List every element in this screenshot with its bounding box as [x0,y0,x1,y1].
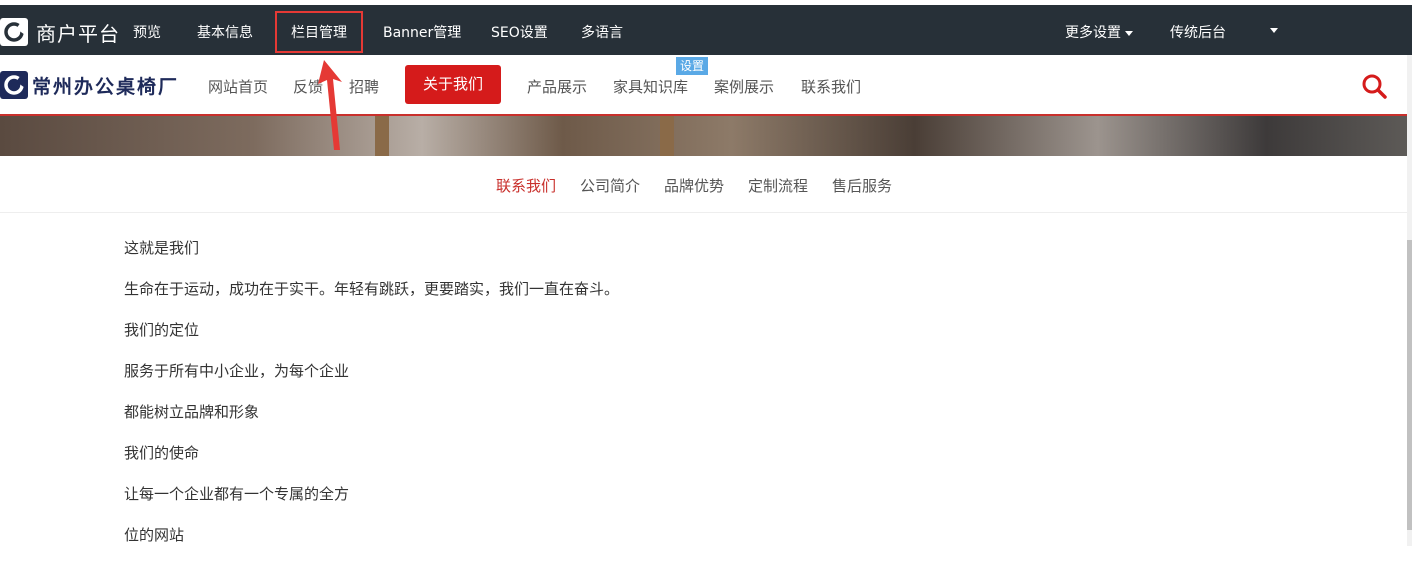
site-header: 常州办公桌椅厂 网站首页 反馈 招聘 关于我们 产品展示 家具知识库 案例展示 … [0,55,1407,116]
search-icon[interactable] [1361,73,1387,99]
site-nav-cases[interactable]: 案例展示 [714,76,774,97]
content-paragraph: 这就是我们 [124,239,200,257]
site-logo-icon [0,71,28,99]
banner-chair-leg [660,116,674,156]
nav-basic-info[interactable]: 基本信息 [197,22,253,42]
annotation-arrow-icon [318,60,342,150]
chevron-down-icon [1270,27,1278,33]
site-nav-contact[interactable]: 联系我们 [801,76,861,97]
more-settings-dropdown[interactable]: 更多设置 [1065,22,1133,42]
banner-chair-leg [375,116,389,156]
chevron-down-icon [1125,30,1133,36]
content-paragraph: 我们的定位 [124,321,200,339]
about-subnav: 联系我们 公司简介 品牌优势 定制流程 售后服务 [0,156,1407,213]
subnav-after-sales[interactable]: 售后服务 [832,175,892,196]
subnav-contact[interactable]: 联系我们 [496,175,556,196]
nav-multilingual[interactable]: 多语言 [581,22,623,42]
site-logo-text: 常州办公桌椅厂 [32,76,180,98]
admin-toolbar: 商户平台 预览 基本信息 栏目管理 Banner管理 SEO设置 多语言 更多设… [0,5,1412,55]
banner-image [0,116,1407,156]
content-paragraph: 我们的使命 [124,444,200,462]
nav-classic-backend[interactable]: 传统后台 [1170,22,1226,42]
subnav-company-intro[interactable]: 公司简介 [580,175,640,196]
more-settings-label: 更多设置 [1065,25,1121,41]
content-paragraph: 生命在于运动，成功在于实干。年轻有跳跃，更要踏实，我们一直在奋斗。 [124,280,620,298]
page-scrollbar-thumb[interactable] [1407,240,1412,530]
site-nav-home[interactable]: 网站首页 [208,76,268,97]
content-paragraph: 让每一个企业都有一个专属的全方 [124,485,350,503]
platform-brand: 商户平台 [36,22,120,46]
subnav-brand-advantages[interactable]: 品牌优势 [664,175,724,196]
content-paragraph: 服务于所有中小企业，为每个企业 [124,362,350,380]
subnav-custom-process[interactable]: 定制流程 [748,175,808,196]
nav-preview[interactable]: 预览 [133,22,161,42]
site-nav-knowledge-base[interactable]: 家具知识库 [613,76,688,97]
nav-seo-settings[interactable]: SEO设置 [491,22,548,42]
site-nav-products[interactable]: 产品展示 [527,76,587,97]
settings-badge[interactable]: 设置 [676,57,709,75]
nav-banner-management[interactable]: Banner管理 [383,22,461,42]
platform-logo-icon [0,18,28,46]
account-dropdown[interactable] [1266,22,1278,38]
content-paragraph: 都能树立品牌和形象 [124,403,260,421]
nav-column-management[interactable]: 栏目管理 [275,11,363,53]
site-nav-about-us[interactable]: 关于我们 [405,65,501,104]
about-content: 这就是我们 生命在于运动，成功在于实干。年轻有跳跃，更要踏实，我们一直在奋斗。 … [124,238,1024,566]
